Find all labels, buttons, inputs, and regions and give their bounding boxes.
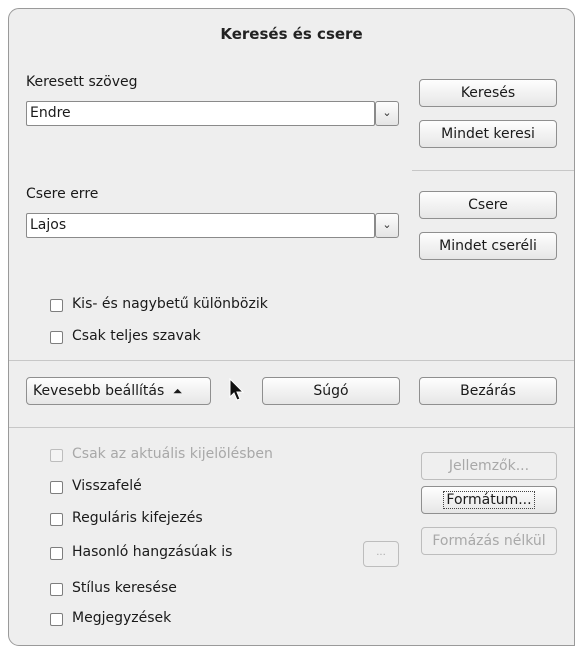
chevron-down-icon: ⌄ — [382, 106, 392, 119]
mouse-pointer-icon — [229, 378, 245, 401]
backwards-checkbox[interactable] — [50, 481, 63, 494]
replace-label: Csere erre — [26, 186, 99, 202]
find-button[interactable]: Keresés — [419, 79, 557, 107]
comments-checkbox[interactable] — [50, 613, 63, 626]
chevron-down-icon: ⌄ — [382, 218, 392, 231]
collapse-arrow-icon: ⏶ — [172, 384, 183, 398]
attributes-button[interactable]: Jellemzők... — [421, 452, 557, 480]
format-button-label: Formátum... — [443, 491, 535, 509]
whole-words-checkbox[interactable] — [50, 331, 63, 344]
regex-label: Reguláris kifejezés — [72, 510, 203, 526]
replace-all-button[interactable]: Mindet cseréli — [419, 232, 557, 260]
no-format-button[interactable]: Formázás nélkül — [421, 527, 557, 555]
separator — [9, 360, 574, 361]
current-selection-checkbox[interactable] — [50, 449, 63, 462]
regex-checkbox[interactable] — [50, 513, 63, 526]
current-selection-label: Csak az aktuális kijelölésben — [72, 446, 273, 462]
similarity-options-button[interactable]: ... — [363, 541, 399, 567]
comments-label: Megjegyzések — [72, 610, 172, 626]
styles-checkbox[interactable] — [50, 583, 63, 596]
search-label: Keresett szöveg — [26, 74, 138, 90]
format-button[interactable]: Formátum... — [421, 486, 557, 514]
match-case-label: Kis- és nagybetű különbözik — [72, 296, 268, 312]
separator — [9, 427, 574, 428]
replace-dropdown-button[interactable]: ⌄ — [375, 213, 399, 238]
replace-input[interactable]: Lajos — [26, 213, 375, 238]
fewer-options-label: Kevesebb beállítás — [33, 383, 165, 399]
dialog-title: Keresés és csere — [220, 25, 363, 43]
search-dropdown-button[interactable]: ⌄ — [375, 101, 399, 126]
backwards-label: Visszafelé — [72, 478, 142, 494]
fewer-options-button[interactable]: Kevesebb beállítás ⏶ — [26, 377, 211, 405]
close-button[interactable]: Bezárás — [419, 377, 557, 405]
separator — [412, 170, 574, 171]
similarity-checkbox[interactable] — [50, 547, 63, 560]
help-button[interactable]: Súgó — [262, 377, 400, 405]
styles-label: Stílus keresése — [72, 580, 177, 596]
match-case-checkbox[interactable] — [50, 299, 63, 312]
search-input[interactable]: Endre — [26, 101, 375, 126]
replace-button[interactable]: Csere — [419, 191, 557, 219]
similarity-label: Hasonló hangzásúak is — [72, 544, 233, 560]
find-replace-dialog: Keresés és csere Keresett szöveg Endre ⌄… — [8, 8, 575, 646]
whole-words-label: Csak teljes szavak — [72, 328, 201, 344]
find-all-button[interactable]: Mindet keresi — [419, 120, 557, 148]
